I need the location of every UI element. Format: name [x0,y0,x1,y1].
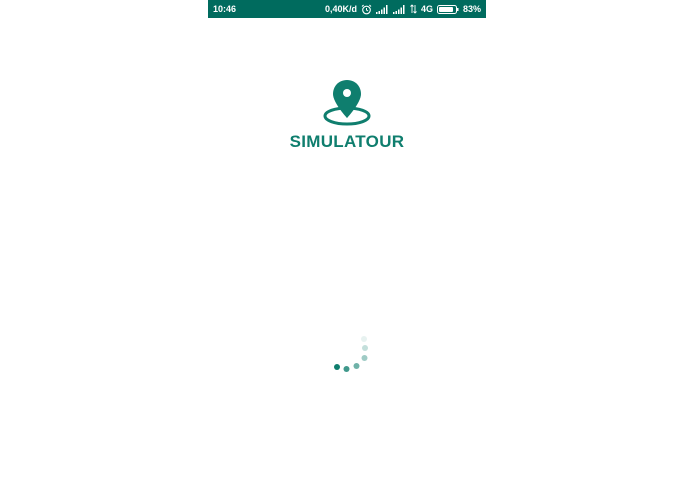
app-logo: SIMULATOUR [208,78,486,152]
status-time: 10:46 [213,4,237,14]
alarm-icon [361,4,372,15]
battery-icon [436,4,459,14]
signal-icon [392,4,406,14]
map-pin-icon [322,78,372,128]
signal-icon [375,4,389,14]
status-bar: 10:46 0,40K/d 4G 83% [208,0,486,18]
dotted-spinner-icon [328,332,372,376]
phone-screen: 10:46 0,40K/d 4G 83% SIMULATOUR [208,0,486,494]
network-speed: 0,40K/d [324,4,357,14]
data-arrows-icon [410,4,417,14]
network-type: 4G [420,4,433,14]
battery-percent: 83% [462,4,481,14]
app-title: SIMULATOUR [289,132,405,151]
status-indicators: 0,40K/d 4G 83% [325,3,481,15]
